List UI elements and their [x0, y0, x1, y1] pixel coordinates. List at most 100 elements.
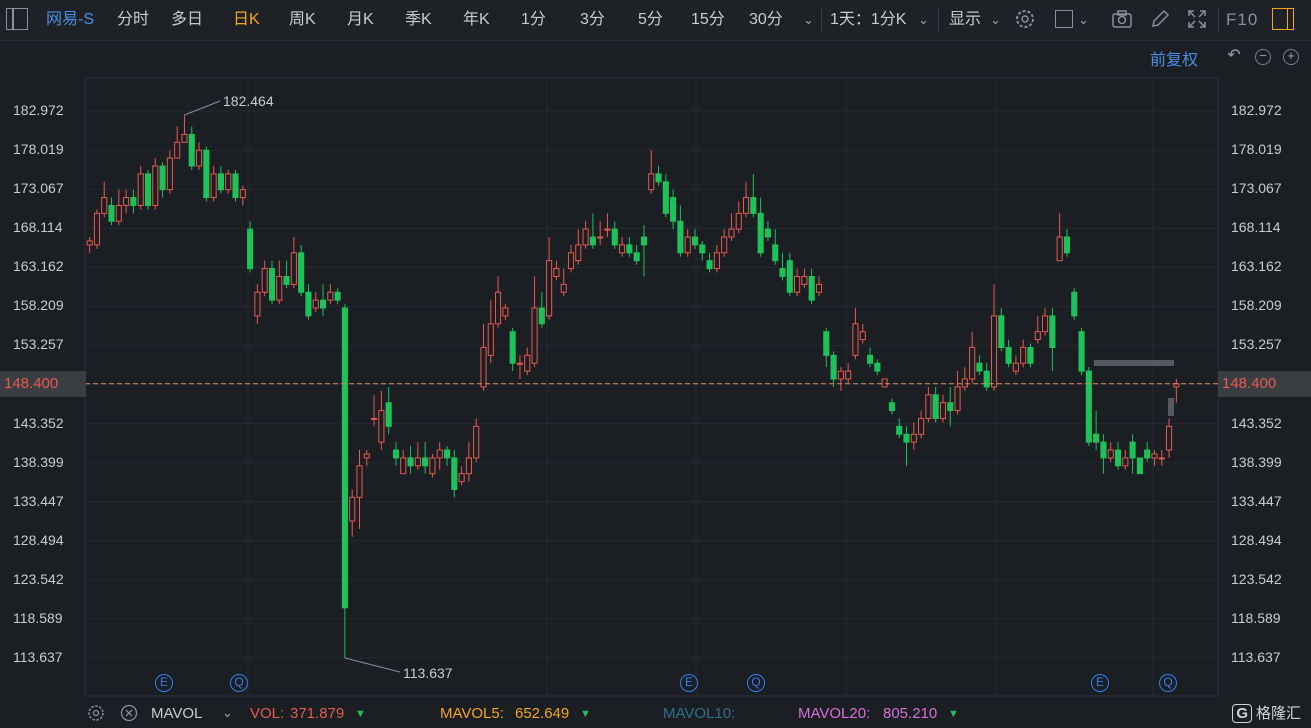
candle-body [888, 402, 895, 412]
candle-body [655, 173, 662, 183]
tab-period-7[interactable]: 1分 [521, 0, 546, 40]
y-tick-left: 158.209 [13, 297, 64, 314]
candle-body [261, 268, 268, 293]
quarter-event-icon[interactable]: Q [1159, 674, 1177, 692]
fullscreen-icon[interactable] [1186, 8, 1208, 30]
candle-body [101, 197, 108, 214]
candle-body [217, 173, 224, 191]
adjust-mode-link[interactable]: 前复权 [1150, 46, 1198, 70]
y-tick-right: 138.399 [1231, 453, 1282, 470]
close-icon[interactable] [120, 704, 138, 726]
chevron-down-icon[interactable]: ⌄ [990, 0, 1001, 40]
candle-body [728, 228, 735, 238]
candle-body [443, 449, 451, 459]
tab-period-3[interactable]: 周K [289, 0, 316, 40]
candle-body [385, 402, 392, 427]
tab-period-6[interactable]: 年K [463, 0, 490, 40]
candle-body [611, 228, 618, 246]
candle-body [546, 260, 553, 317]
sidebar-toggle-icon[interactable] [6, 8, 28, 30]
candle-body [473, 425, 480, 459]
candle-body [319, 299, 327, 309]
square-icon[interactable] [1053, 8, 1075, 30]
quarter-event-icon[interactable]: Q [230, 674, 248, 692]
chevron-down-icon[interactable]: ⌄ [222, 705, 233, 721]
candle-body [298, 252, 305, 293]
candle-body [670, 197, 677, 222]
candle-body [1122, 457, 1129, 467]
mavol20-arrow-icon: ▼ [948, 708, 959, 720]
earnings-event-icon[interactable]: E [155, 674, 173, 692]
chart-frame [84, 77, 1219, 697]
tab-period-5[interactable]: 季K [405, 0, 432, 40]
candle-body [465, 457, 472, 475]
y-tick-right: 128.494 [1231, 531, 1282, 548]
candle-body [1093, 433, 1100, 443]
tab-period-11[interactable]: 30分 [749, 0, 783, 40]
candle-body [969, 346, 976, 380]
indicator-name[interactable]: MAVOL [151, 705, 202, 722]
tab-period-9[interactable]: 5分 [638, 0, 663, 40]
candle-body [823, 331, 830, 356]
candle-body [349, 496, 356, 522]
candle-body [575, 244, 582, 262]
candle-body [939, 402, 947, 419]
tab-period-8[interactable]: 3分 [580, 0, 605, 40]
candle-body [188, 133, 195, 167]
candle-body [859, 331, 866, 341]
candle-body [123, 197, 130, 206]
tab-period-1[interactable]: 多日 [171, 0, 203, 40]
chevron-down-icon[interactable]: ⌄ [918, 0, 929, 40]
earnings-event-icon[interactable]: E [1091, 674, 1109, 692]
low-leader-line [344, 657, 401, 673]
candle-body [830, 354, 837, 380]
zoom-in-icon[interactable]: + [1283, 49, 1299, 65]
chevron-down-icon[interactable]: ⌄ [1078, 0, 1089, 40]
divider [821, 8, 822, 32]
candle-body [276, 275, 283, 301]
candle-body [239, 189, 246, 199]
gear-icon[interactable] [1014, 8, 1036, 30]
tab-period-2[interactable]: 日K [233, 0, 260, 40]
candle-body [327, 291, 334, 301]
candle-body [786, 260, 793, 293]
candle-body [567, 252, 575, 270]
quarter-event-icon[interactable]: Q [747, 674, 765, 692]
y-tick-left: 123.542 [13, 570, 64, 587]
candle-body [516, 362, 524, 365]
range-selector[interactable]: 1天：1分K [830, 0, 906, 40]
pencil-icon[interactable] [1149, 8, 1171, 30]
camera-icon[interactable] [1111, 8, 1133, 30]
tab-period-0[interactable]: 分时 [117, 0, 149, 40]
y-tick-left: 163.162 [13, 258, 64, 275]
display-menu[interactable]: 显示 [949, 0, 981, 40]
y-tick-left: 118.589 [13, 609, 63, 626]
zoom-out-icon[interactable]: − [1255, 49, 1271, 65]
candle-body [597, 236, 604, 239]
undo-icon[interactable]: ↶ [1226, 48, 1242, 65]
candle-body [845, 370, 852, 380]
candle-body [925, 394, 932, 419]
panel-toggle-icon[interactable] [1272, 8, 1294, 30]
tab-period-10[interactable]: 15分 [691, 0, 725, 40]
stock-name[interactable]: 网易-S [46, 0, 94, 40]
candle-body [961, 378, 968, 388]
y-tick-left: 178.019 [13, 141, 64, 158]
chevron-down-icon[interactable]: ⌄ [803, 0, 814, 40]
candle-body [1151, 453, 1158, 459]
candle-body [794, 275, 801, 293]
candle-body [896, 425, 903, 435]
candle-body [487, 323, 494, 356]
candle-body [400, 457, 407, 475]
f10-button[interactable]: F10 [1226, 0, 1258, 40]
candle-body [334, 291, 341, 301]
candle-body [1136, 457, 1143, 475]
tab-period-4[interactable]: 月K [347, 0, 374, 40]
earnings-event-icon[interactable]: E [680, 674, 698, 692]
gear-icon[interactable] [87, 704, 105, 726]
y-tick-right: 133.447 [1231, 492, 1282, 509]
candlestick-chart[interactable] [0, 0, 1311, 728]
candle-body [684, 236, 691, 254]
y-tick-left: 168.114 [13, 219, 63, 236]
candle-body [648, 173, 655, 191]
